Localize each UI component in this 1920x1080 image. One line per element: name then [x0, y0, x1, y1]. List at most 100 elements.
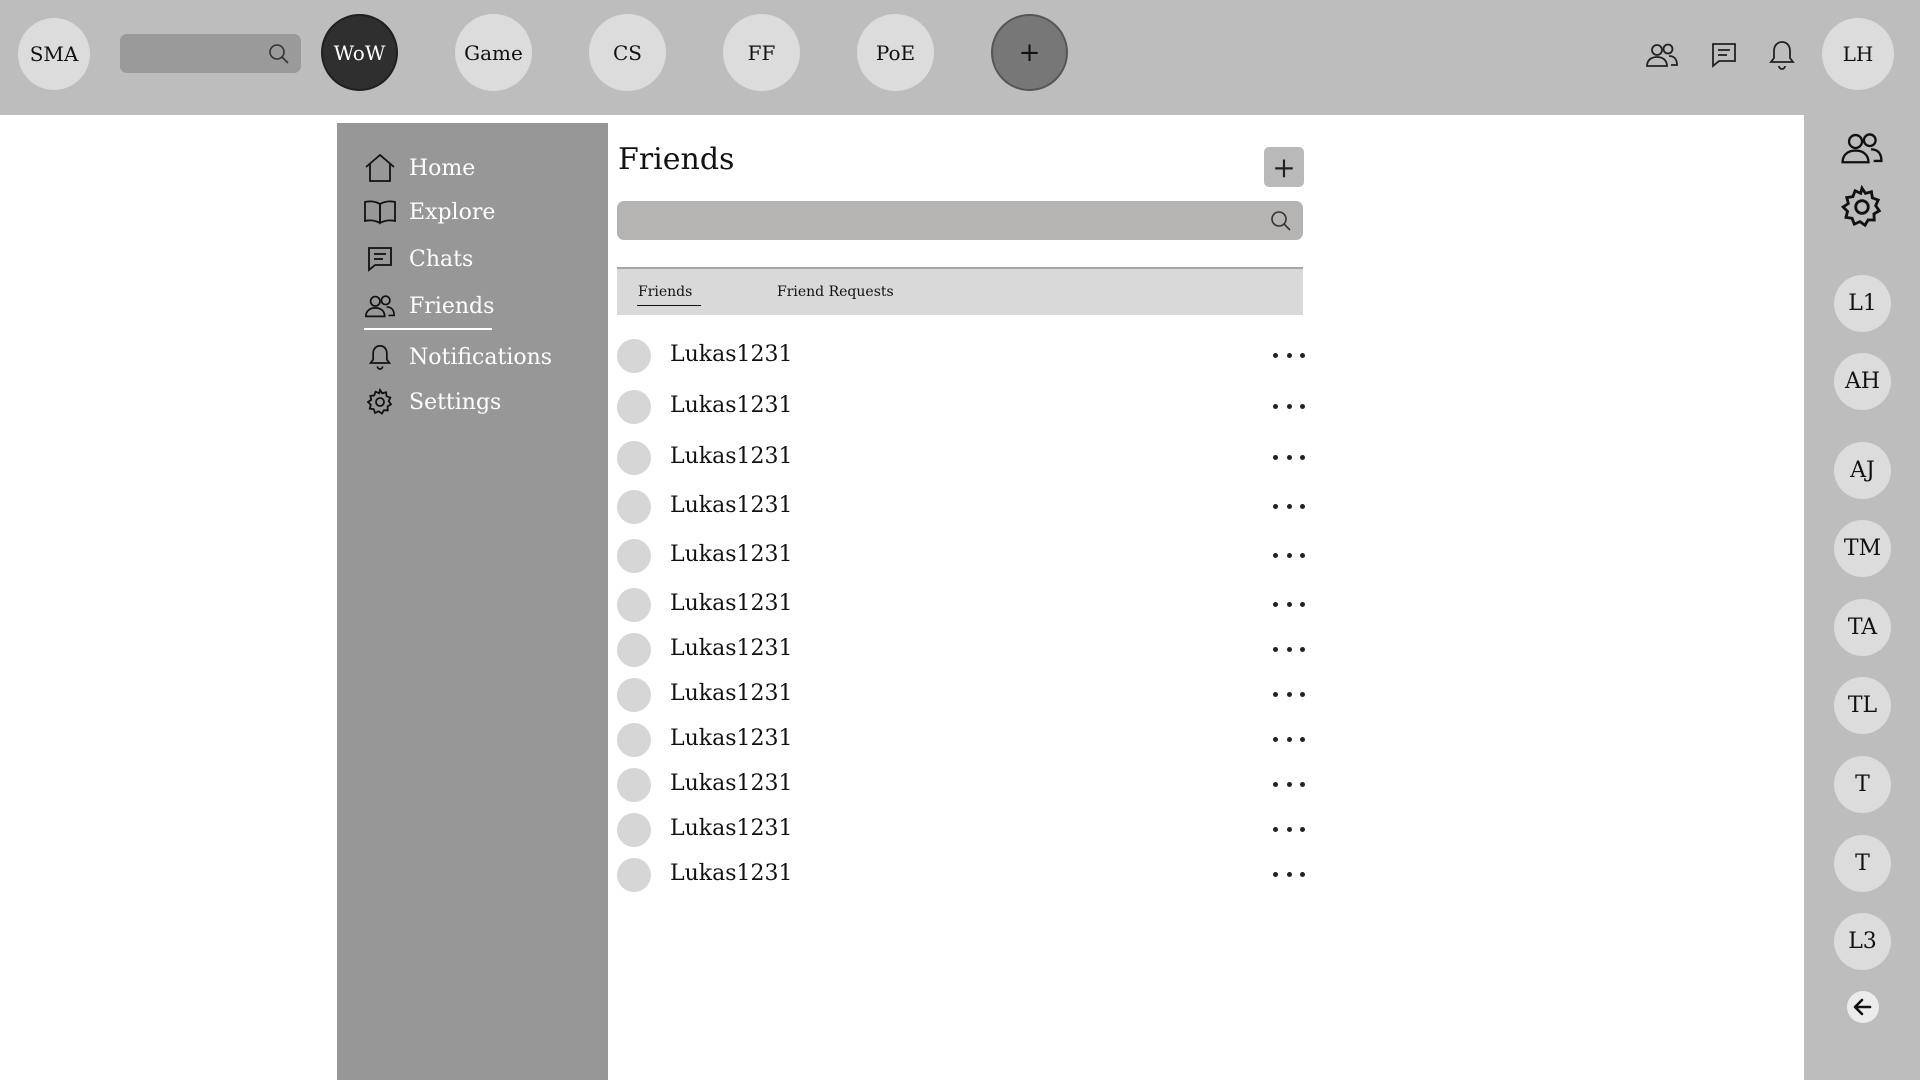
- bell-icon: [363, 340, 397, 374]
- search-icon: [1271, 211, 1291, 231]
- more-options-icon[interactable]: [1273, 589, 1305, 619]
- avatar: [617, 858, 651, 892]
- friend-name: Lukas1231: [670, 444, 793, 469]
- friend-name: Lukas1231: [670, 542, 793, 567]
- gear-icon[interactable]: [1839, 184, 1885, 230]
- friend-row[interactable]: Lukas1231: [617, 538, 1305, 574]
- sidebar-item-label: Notifications: [409, 344, 553, 370]
- active-indicator: [364, 328, 492, 330]
- member-avatar[interactable]: T: [1834, 756, 1891, 813]
- member-avatar[interactable]: TA: [1834, 599, 1891, 656]
- add-friend-button[interactable]: +: [1264, 147, 1304, 187]
- global-search-input[interactable]: [120, 34, 301, 73]
- friend-row[interactable]: Lukas1231: [617, 722, 1305, 758]
- friend-row[interactable]: Lukas1231: [617, 767, 1305, 803]
- member-avatar[interactable]: AJ: [1834, 442, 1891, 499]
- friend-name: Lukas1231: [670, 816, 793, 841]
- avatar: [617, 813, 651, 847]
- friends-tabs: Friends Friend Requests: [617, 267, 1303, 315]
- sidebar-item-notifications[interactable]: Notifications: [363, 337, 552, 377]
- friend-row[interactable]: Lukas1231: [617, 677, 1305, 713]
- member-avatar[interactable]: L1: [1834, 275, 1891, 332]
- friend-row[interactable]: Lukas1231: [617, 812, 1305, 848]
- sidebar-item-chats[interactable]: Chats: [363, 239, 473, 279]
- game-tab-cs[interactable]: CS: [589, 14, 666, 91]
- gear-icon: [363, 385, 397, 419]
- friend-name: Lukas1231: [670, 591, 793, 616]
- more-options-icon[interactable]: [1273, 769, 1305, 799]
- friends-icon: [363, 289, 397, 323]
- bell-icon[interactable]: [1763, 38, 1801, 72]
- member-avatar[interactable]: L3: [1834, 913, 1891, 970]
- more-options-icon[interactable]: [1273, 679, 1305, 709]
- game-tab-ff[interactable]: FF: [723, 14, 800, 91]
- right-sidebar: L1 AH AJ TM TA TL T T L3: [1804, 115, 1920, 1080]
- friend-row[interactable]: Lukas1231: [617, 857, 1305, 893]
- app-logo[interactable]: SMA: [18, 18, 90, 90]
- sidebar-item-label: Chats: [409, 246, 474, 272]
- friend-name: Lukas1231: [670, 771, 793, 796]
- avatar: [617, 339, 651, 373]
- friend-name: Lukas1231: [670, 726, 793, 751]
- more-options-icon[interactable]: [1273, 340, 1305, 370]
- top-bar: SMA WoW Game CS FF PoE + LH: [0, 0, 1920, 115]
- sidebar-item-label: Settings: [409, 389, 502, 415]
- avatar: [617, 490, 651, 524]
- avatar: [617, 588, 651, 622]
- avatar: [617, 768, 651, 802]
- chat-icon[interactable]: [1705, 38, 1743, 72]
- add-game-button[interactable]: +: [991, 14, 1068, 91]
- member-avatar[interactable]: TM: [1834, 520, 1891, 577]
- user-avatar[interactable]: LH: [1822, 18, 1894, 90]
- friends-icon[interactable]: [1643, 38, 1681, 72]
- friend-row[interactable]: Lukas1231: [617, 389, 1305, 425]
- sidebar-item-explore[interactable]: Explore: [363, 192, 495, 232]
- home-icon: [363, 151, 397, 185]
- book-icon: [363, 195, 397, 229]
- sidebar-item-label: Friends: [409, 293, 495, 319]
- friends-icon[interactable]: [1839, 125, 1885, 171]
- friend-row[interactable]: Lukas1231: [617, 632, 1305, 668]
- friend-name: Lukas1231: [670, 861, 793, 886]
- sidebar-item-settings[interactable]: Settings: [363, 382, 501, 422]
- more-options-icon[interactable]: [1273, 491, 1305, 521]
- friend-name: Lukas1231: [670, 636, 793, 661]
- friend-name: Lukas1231: [670, 342, 793, 367]
- chat-icon: [363, 242, 397, 276]
- arrow-left-icon: [1853, 998, 1872, 1016]
- avatar: [617, 390, 651, 424]
- friend-name: Lukas1231: [670, 393, 793, 418]
- more-options-icon[interactable]: [1273, 634, 1305, 664]
- sidebar-item-label: Home: [409, 155, 476, 181]
- game-tab-wow[interactable]: WoW: [321, 14, 398, 91]
- friend-row[interactable]: Lukas1231: [617, 338, 1305, 374]
- page-title: Friends: [618, 142, 735, 177]
- member-avatar[interactable]: TL: [1834, 677, 1891, 734]
- more-options-icon[interactable]: [1273, 724, 1305, 754]
- game-tab-game[interactable]: Game: [455, 14, 532, 91]
- avatar: [617, 678, 651, 712]
- member-avatar[interactable]: T: [1834, 835, 1891, 892]
- friend-row[interactable]: Lukas1231: [617, 489, 1305, 525]
- sidebar: Home Explore Chats Friends Notifications…: [337, 123, 608, 1080]
- tab-friends[interactable]: Friends: [638, 284, 692, 300]
- sidebar-item-friends[interactable]: Friends: [363, 286, 494, 326]
- avatar: [617, 633, 651, 667]
- more-options-icon[interactable]: [1273, 442, 1305, 472]
- member-avatar[interactable]: AH: [1834, 353, 1891, 410]
- tab-friend-requests[interactable]: Friend Requests: [777, 284, 894, 300]
- more-options-icon[interactable]: [1273, 540, 1305, 570]
- friend-search-input[interactable]: [617, 201, 1303, 240]
- game-tab-poe[interactable]: PoE: [857, 14, 934, 91]
- more-options-icon[interactable]: [1273, 814, 1305, 844]
- active-tab-indicator: [637, 305, 701, 306]
- search-icon: [269, 44, 289, 64]
- more-options-icon[interactable]: [1273, 859, 1305, 889]
- friend-name: Lukas1231: [670, 493, 793, 518]
- more-options-icon[interactable]: [1273, 391, 1305, 421]
- friend-row[interactable]: Lukas1231: [617, 587, 1305, 623]
- avatar: [617, 441, 651, 475]
- collapse-sidebar-button[interactable]: [1847, 991, 1879, 1023]
- sidebar-item-home[interactable]: Home: [363, 148, 475, 188]
- friend-row[interactable]: Lukas1231: [617, 440, 1305, 476]
